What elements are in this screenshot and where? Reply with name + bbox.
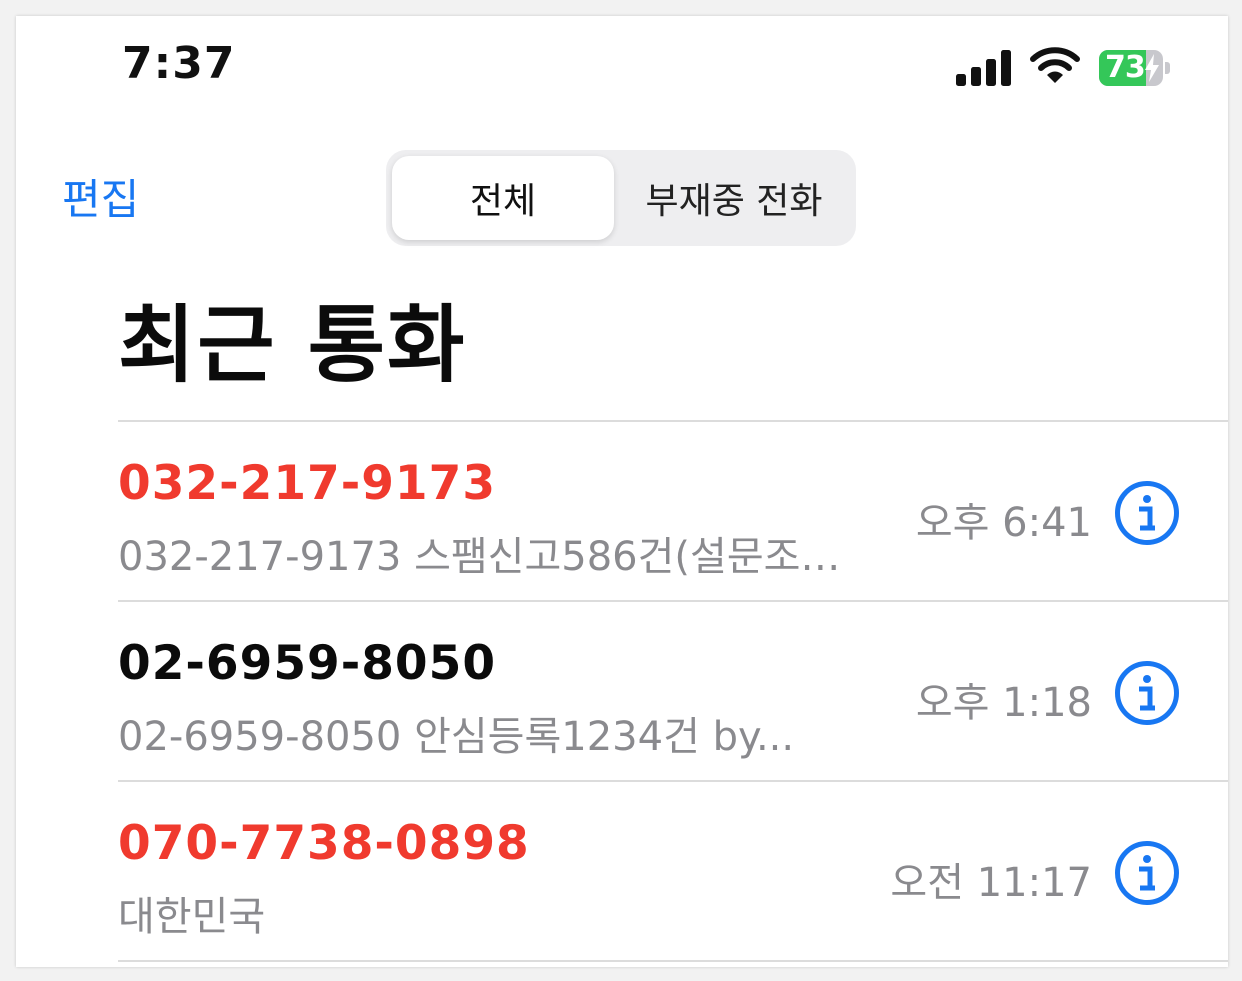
phone-screen: 7:37 73 편집 전체 부재중 전화 최근 통화 032-217-9173 … <box>16 16 1228 967</box>
call-row[interactable]: 02-6959-8050 02-6959-8050 안심등록1234건 by..… <box>16 602 1228 782</box>
call-number: 070-7738-0898 <box>118 816 530 871</box>
battery-body: 73 <box>1099 50 1163 86</box>
call-time: 오전 11:17 <box>890 860 1092 906</box>
charging-bolt-icon <box>1145 54 1159 82</box>
edit-button[interactable]: 편집 <box>62 166 139 227</box>
segment-missed-calls[interactable]: 부재중 전화 <box>618 156 850 240</box>
info-circle-icon[interactable] <box>1114 840 1180 906</box>
call-row[interactable]: 032-217-9173 032-217-9173 스팸신고586건(설문조… … <box>16 422 1228 602</box>
battery-charging-icon: 73 <box>1099 50 1171 86</box>
list-divider <box>118 960 1228 962</box>
page-title: 최근 통화 <box>118 296 467 394</box>
call-detail: 대한민국 <box>118 894 266 940</box>
wifi-icon <box>1030 47 1080 83</box>
call-number: 02-6959-8050 <box>118 636 497 691</box>
status-time: 7:37 <box>122 38 236 89</box>
call-row[interactable]: 070-7738-0898 대한민국 오전 11:17 <box>16 782 1228 962</box>
call-detail: 02-6959-8050 안심등록1234건 by... <box>118 714 795 760</box>
call-time: 오후 6:41 <box>915 500 1092 546</box>
battery-terminal <box>1165 62 1170 74</box>
call-time: 오후 1:18 <box>915 680 1092 726</box>
info-circle-icon[interactable] <box>1114 660 1180 726</box>
info-circle-icon[interactable] <box>1114 480 1180 546</box>
call-number: 032-217-9173 <box>118 456 497 511</box>
segmented-control: 전체 부재중 전화 <box>386 150 856 246</box>
cellular-signal-icon <box>956 50 1011 86</box>
segment-all[interactable]: 전체 <box>392 156 614 240</box>
call-detail: 032-217-9173 스팸신고586건(설문조… <box>118 534 841 580</box>
